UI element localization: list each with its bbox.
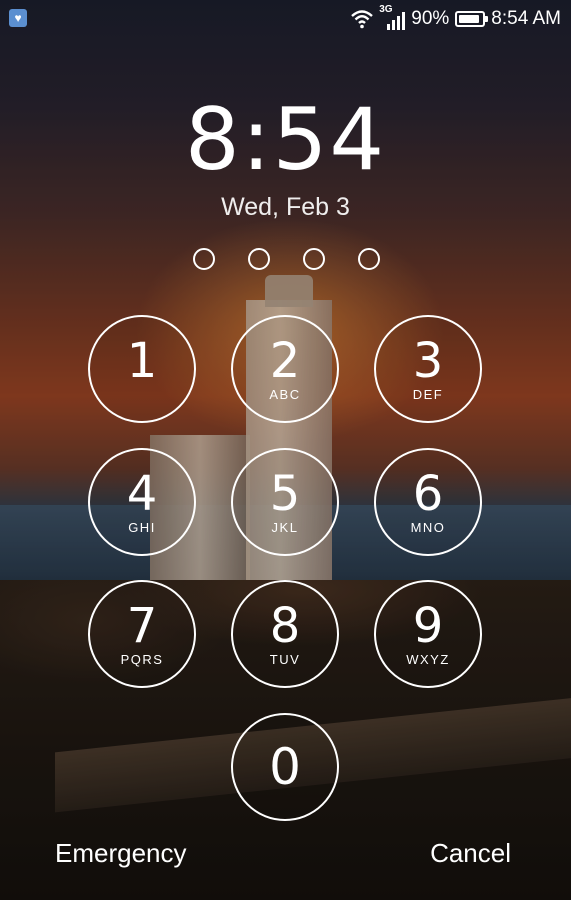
key-1[interactable]: 1 <box>88 315 196 423</box>
key-digit: 9 <box>412 597 444 654</box>
key-8[interactable]: 8 TUV <box>231 580 339 688</box>
key-digit: 2 <box>269 332 301 389</box>
key-digit: 1 <box>126 332 158 389</box>
key-9[interactable]: 9 WXYZ <box>374 580 482 688</box>
key-digit: 7 <box>126 597 158 654</box>
key-letters: TUV <box>269 651 301 667</box>
pin-dot <box>358 248 380 270</box>
pin-indicator <box>193 248 380 270</box>
key-6[interactable]: 6 MNO <box>374 448 482 556</box>
key-letters: DEF <box>412 386 444 402</box>
key-3[interactable]: 3 DEF <box>374 315 482 423</box>
wifi-icon <box>351 10 374 29</box>
key-7[interactable]: 7 PQRS <box>88 580 196 688</box>
key-2[interactable]: 2 ABC <box>231 315 339 423</box>
cellular-signal-icon: 3G <box>379 4 406 30</box>
key-letters: PQRS <box>120 651 164 667</box>
key-digit: 6 <box>412 465 444 522</box>
emergency-button[interactable]: Emergency <box>55 838 187 869</box>
battery-percent: 90% <box>411 8 450 29</box>
notification-app-icon: ♥ <box>9 9 27 27</box>
key-letters: WXYZ <box>406 651 450 667</box>
key-letters: JKL <box>271 519 299 535</box>
battery-icon <box>455 11 489 27</box>
status-bar: ♥ 3G 90% 8:54 AM <box>0 0 571 38</box>
key-digit: 3 <box>412 332 444 389</box>
key-5[interactable]: 5 JKL <box>231 448 339 556</box>
key-letters: GHI <box>128 519 156 535</box>
cancel-button[interactable]: Cancel <box>430 838 511 869</box>
status-time: 8:54 AM <box>491 8 561 29</box>
pin-dot <box>303 248 325 270</box>
key-letters: ABC <box>269 386 301 402</box>
lockscreen-date: Wed, Feb 3 <box>221 193 350 221</box>
key-digit: 4 <box>126 465 158 522</box>
key-4[interactable]: 4 GHI <box>88 448 196 556</box>
lockscreen-clock: 8:54 <box>184 90 387 190</box>
pin-dot <box>193 248 215 270</box>
pin-dot <box>248 248 270 270</box>
key-digit: 5 <box>269 465 301 522</box>
key-digit: 8 <box>269 597 301 654</box>
key-0[interactable]: 0 <box>231 713 339 821</box>
key-digit: 0 <box>269 738 301 796</box>
key-letters: MNO <box>410 519 446 535</box>
